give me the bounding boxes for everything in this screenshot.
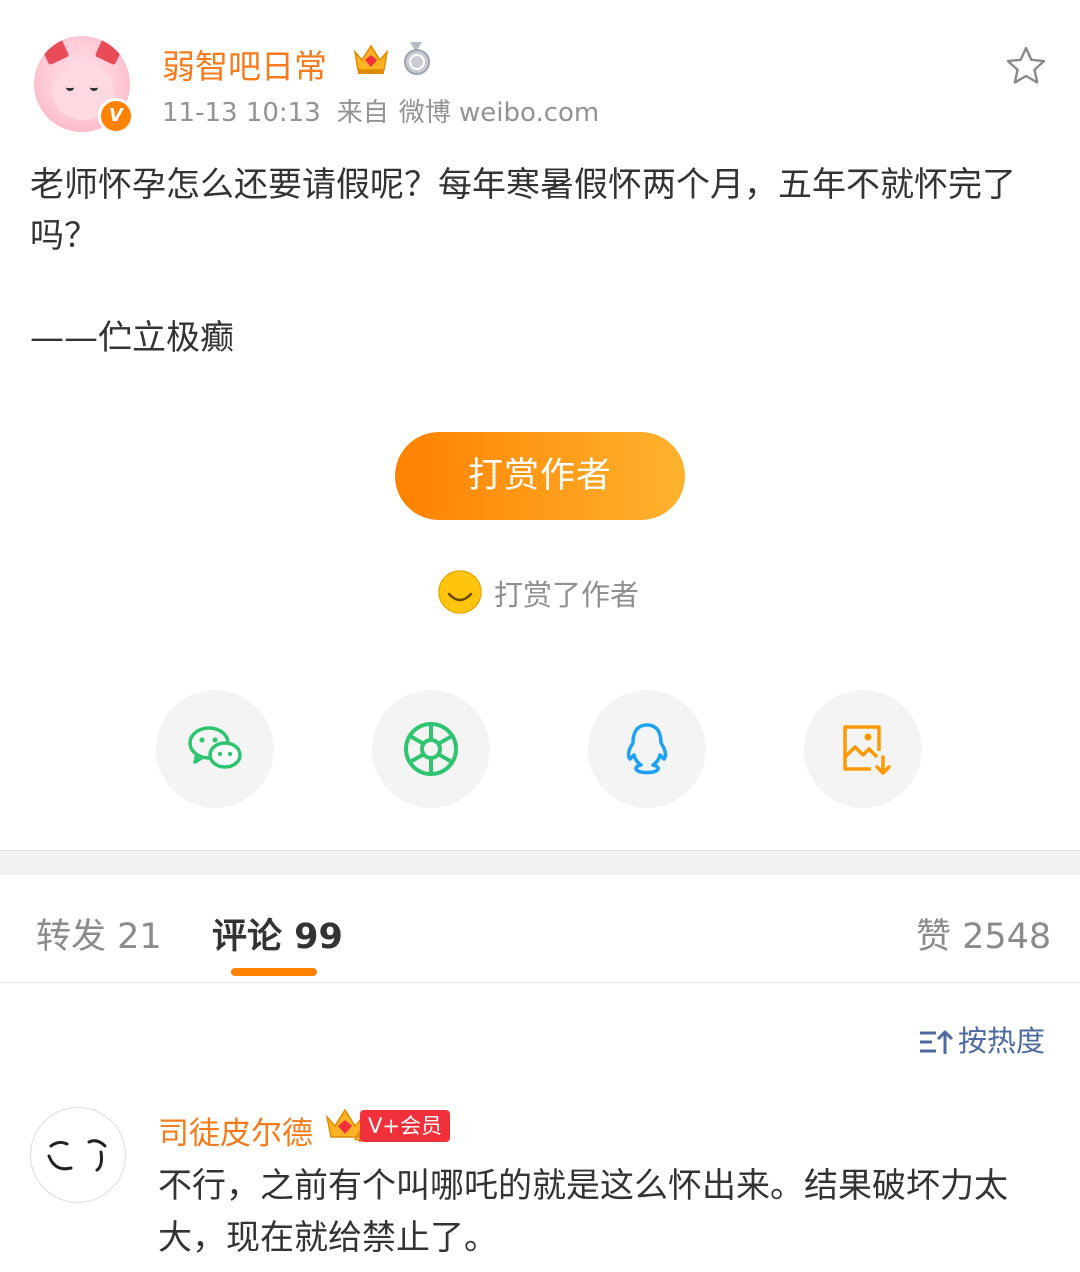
post-source: 微博 weibo.com bbox=[398, 98, 600, 128]
author-name[interactable]: 弱智吧日常 bbox=[162, 40, 327, 88]
vip-member-badge[interactable]: V+会员 bbox=[360, 1110, 450, 1142]
avatar-horn-left bbox=[36, 36, 70, 66]
section-divider bbox=[0, 850, 1080, 875]
share-moments-button[interactable] bbox=[372, 690, 490, 808]
crown-vip-icon[interactable] bbox=[352, 40, 390, 76]
sort-icon bbox=[920, 1030, 954, 1054]
rewarded-row[interactable]: 打赏了作者 bbox=[438, 568, 678, 616]
post-time: 11-13 10:13 bbox=[162, 98, 321, 128]
smiley-avatar-icon bbox=[438, 570, 482, 614]
tab-comments[interactable]: 评论 99 bbox=[212, 908, 343, 959]
post-source-prefix: 来自 bbox=[336, 98, 389, 128]
avatar-eye-right bbox=[90, 84, 98, 91]
tab-likes[interactable]: 赞 2548 bbox=[916, 908, 1051, 959]
save-image-button[interactable] bbox=[804, 690, 922, 808]
active-tab-indicator bbox=[231, 968, 317, 976]
wechat-icon bbox=[188, 726, 242, 769]
post-meta: 11-13 10:13 来自 微博 weibo.com bbox=[162, 92, 615, 129]
commenter-face-icon bbox=[47, 1139, 107, 1172]
star-outline-icon[interactable] bbox=[1004, 44, 1048, 88]
verified-badge-icon: V bbox=[98, 98, 134, 134]
medal-icon[interactable] bbox=[400, 40, 434, 76]
qq-icon bbox=[626, 723, 668, 775]
share-wechat-button[interactable] bbox=[156, 690, 274, 808]
tabs-divider bbox=[0, 982, 1080, 983]
sort-label: 按热度 bbox=[958, 1024, 1046, 1058]
tab-repost[interactable]: 转发 21 bbox=[36, 908, 162, 959]
avatar-eye-left bbox=[66, 84, 74, 91]
commenter-avatar[interactable] bbox=[30, 1107, 126, 1203]
rewarded-label: 打赏了作者 bbox=[494, 578, 640, 612]
avatar-horn-right bbox=[94, 36, 128, 66]
save-image-icon bbox=[843, 725, 891, 775]
wechat-moments-icon bbox=[404, 722, 458, 776]
share-qq-button[interactable] bbox=[588, 690, 706, 808]
reward-author-button[interactable]: 打赏作者 bbox=[395, 432, 685, 520]
comment-text: 不行，之前有个叫哪吒的就是这么怀出来。结果破坏力太大，现在就给禁止了。 bbox=[158, 1166, 1008, 1258]
comment-author[interactable]: 司徒皮尔德 bbox=[158, 1108, 313, 1153]
post-body: 老师怀孕怎么还要请假呢？每年寒暑假怀两个月，五年不就怀完了吗？ ——伫立极癫 bbox=[30, 165, 1016, 358]
sort-by-hot-button[interactable]: 按热度 bbox=[918, 1018, 1045, 1060]
